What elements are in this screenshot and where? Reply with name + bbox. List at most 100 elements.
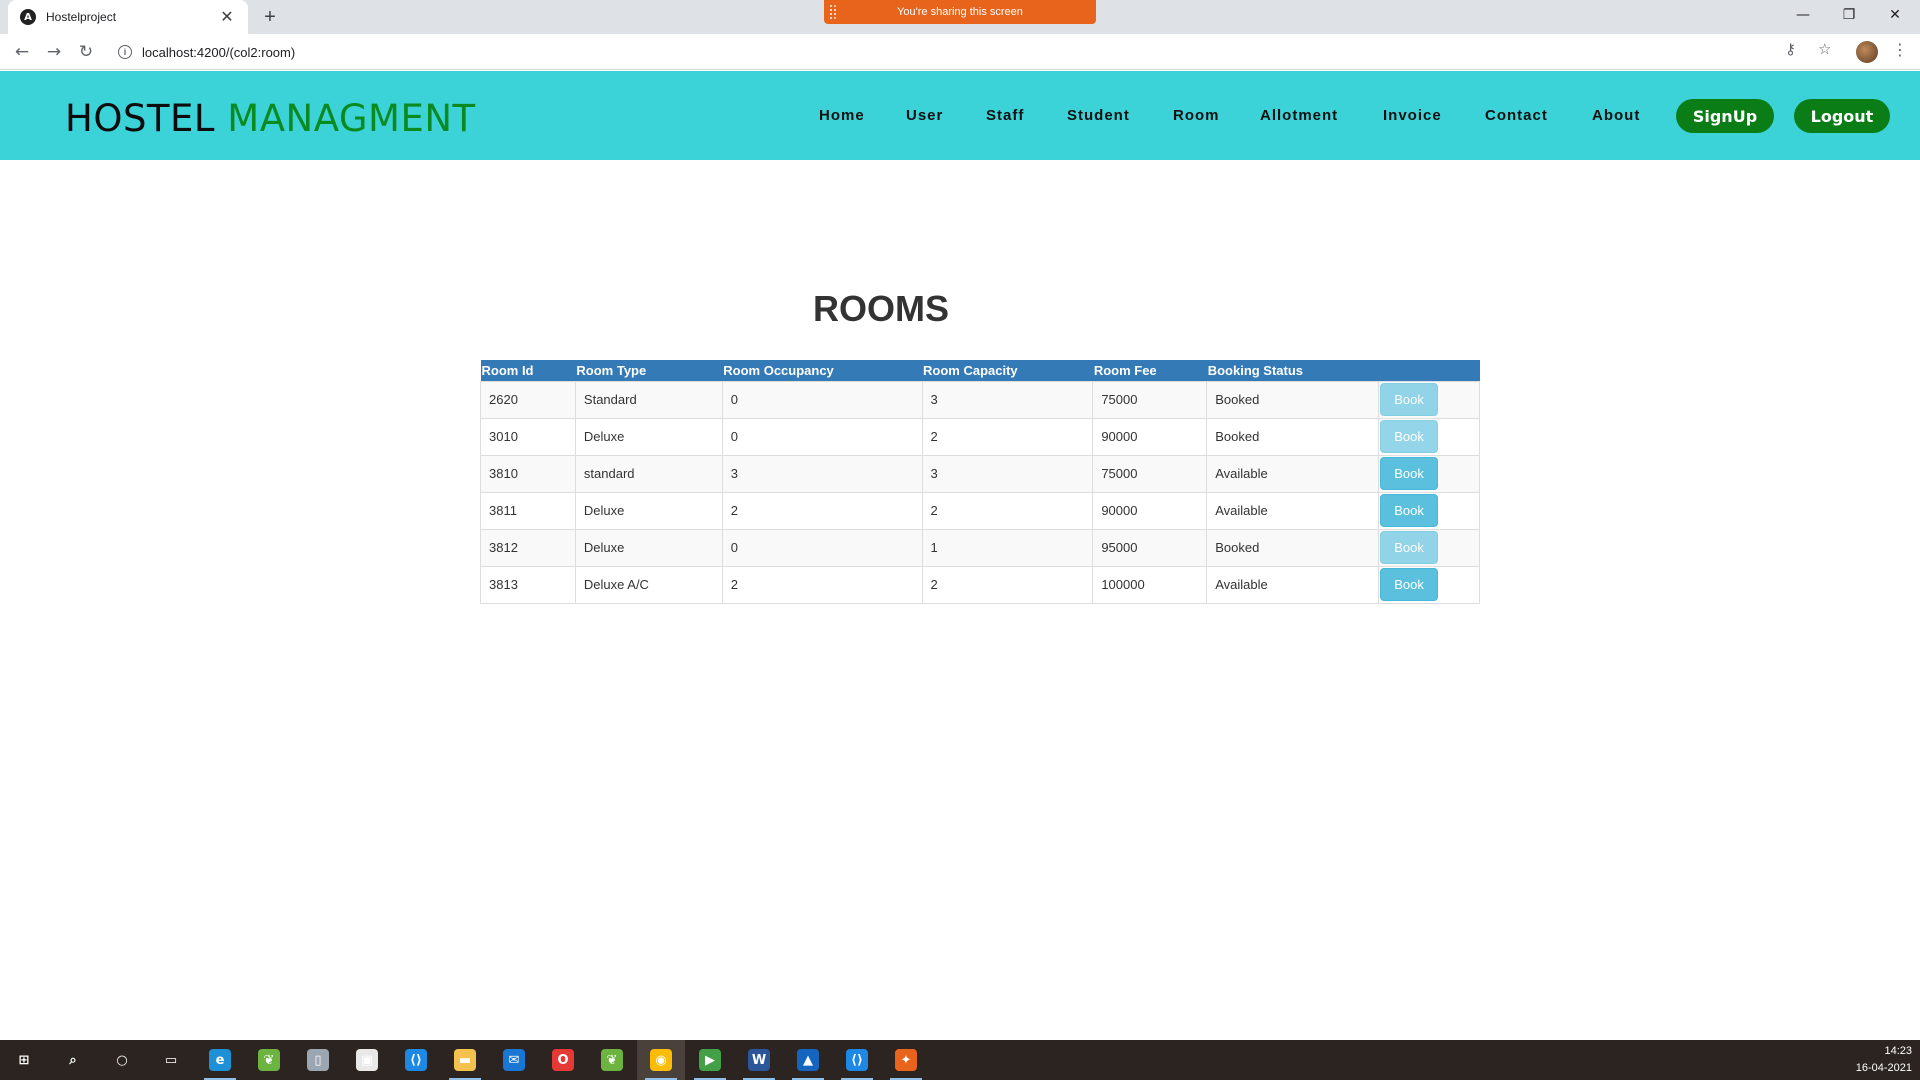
browser-menu-icon[interactable]: ⋮ (1892, 40, 1908, 59)
table-header-row: Room Id Room Type Room Occupancy Room Ca… (480, 360, 1480, 381)
nav-link-student[interactable]: Student (1067, 107, 1130, 124)
browser-tab[interactable]: A Hostelproject ✕ (8, 0, 248, 34)
book-button[interactable]: Book (1380, 420, 1439, 453)
cell-room-capacity: 2 (921, 491, 1094, 530)
database-taskbar-button[interactable]: ▯ (294, 1040, 342, 1080)
screen-sharing-banner[interactable]: You're sharing this screen (824, 0, 1096, 24)
nav-link-room[interactable]: Room (1173, 107, 1220, 124)
app-header: HOSTEL MANAGMENT Home User Staff Student… (0, 71, 1920, 160)
word-taskbar-button[interactable]: W (735, 1040, 783, 1080)
angular-favicon-icon: A (20, 9, 36, 25)
book-button[interactable]: Book (1380, 457, 1439, 490)
opera-taskbar-button[interactable]: O (539, 1040, 587, 1080)
search-taskbar-button[interactable]: ⌕ (49, 1040, 97, 1080)
spring-tool-2-icon: ❦ (601, 1049, 623, 1071)
vscode-2-taskbar-button[interactable]: ⟨⟩ (833, 1040, 881, 1080)
book-button[interactable]: Book (1380, 531, 1439, 564)
cell-room-fee: 100000 (1092, 565, 1208, 604)
windows-start-icon: ⊞ (13, 1049, 35, 1071)
drag-handle-icon[interactable] (830, 5, 836, 19)
cell-booking-status: Available (1206, 565, 1380, 604)
database-icon: ▯ (307, 1049, 329, 1071)
book-button[interactable]: Book (1380, 383, 1439, 416)
brand-word-hostel: HOSTEL (65, 97, 216, 140)
sharing-banner-text: You're sharing this screen (897, 6, 1023, 18)
close-window-button[interactable]: ✕ (1872, 0, 1918, 30)
forward-button[interactable]: → (42, 40, 66, 64)
profile-avatar[interactable] (1856, 41, 1878, 63)
chrome-taskbar-button[interactable]: ◉ (637, 1040, 685, 1080)
vscode-taskbar-button[interactable]: ⟨⟩ (392, 1040, 440, 1080)
bookmark-star-icon[interactable]: ☆ (1818, 40, 1831, 58)
mail-icon: ✉ (503, 1049, 525, 1071)
cell-room-type: Deluxe (574, 417, 723, 456)
media-player-taskbar-button[interactable]: ▶ (686, 1040, 734, 1080)
cell-room-occupancy: 0 (721, 380, 923, 419)
spring-tool-taskbar-button[interactable]: ❦ (245, 1040, 293, 1080)
cell-room-capacity: 3 (921, 380, 1094, 419)
windows-start-taskbar-button[interactable]: ⊞ (0, 1040, 48, 1080)
nav-link-user[interactable]: User (906, 107, 943, 124)
vscode-icon: ⟨⟩ (405, 1049, 427, 1071)
postman-icon: ✦ (895, 1049, 917, 1071)
back-button[interactable]: ← (10, 40, 34, 64)
minimize-window-button[interactable]: — (1780, 0, 1826, 30)
task-view-taskbar-button[interactable]: ▭ (147, 1040, 195, 1080)
signup-button[interactable]: SignUp (1676, 99, 1774, 133)
mail-taskbar-button[interactable]: ✉ (490, 1040, 538, 1080)
restore-window-button[interactable]: ❐ (1826, 0, 1872, 30)
rooms-table: Room Id Room Type Room Occupancy Room Ca… (480, 360, 1480, 604)
chrome-icon: ◉ (650, 1049, 672, 1071)
tab-close-icon[interactable]: ✕ (218, 7, 236, 27)
system-clock[interactable]: 14:23 16-04-2021 (1856, 1043, 1912, 1077)
column-header-booking-status: Booking Status (1206, 360, 1379, 381)
cell-room-id: 3811 (480, 491, 576, 530)
postman-taskbar-button[interactable]: ✦ (882, 1040, 930, 1080)
cell-room-id: 3810 (480, 454, 576, 493)
nav-link-invoice[interactable]: Invoice (1383, 107, 1442, 124)
clock-date: 16-04-2021 (1855, 1062, 1912, 1074)
cell-action: Book (1378, 380, 1480, 419)
column-header-room-type: Room Type (575, 360, 723, 381)
cell-room-type: Deluxe A/C (574, 565, 723, 604)
file-explorer-taskbar-button[interactable]: ▬ (441, 1040, 489, 1080)
cell-room-capacity: 2 (921, 565, 1094, 604)
cell-room-capacity: 1 (921, 528, 1094, 567)
spring-tool-2-taskbar-button[interactable]: ❦ (588, 1040, 636, 1080)
store-taskbar-button[interactable]: ▣ (343, 1040, 391, 1080)
nav-link-allotment[interactable]: Allotment (1260, 107, 1338, 124)
cell-booking-status: Booked (1206, 528, 1380, 567)
rooms-table-container: Room Id Room Type Room Occupancy Room Ca… (480, 360, 1480, 604)
cell-room-fee: 90000 (1092, 491, 1208, 530)
cell-room-type: Standard (574, 380, 723, 419)
url-text[interactable]: localhost:4200/(col2:room) (142, 45, 295, 60)
cortana-taskbar-button[interactable]: ○ (98, 1040, 146, 1080)
site-info-icon[interactable]: i (118, 45, 132, 59)
cell-room-occupancy: 0 (721, 528, 923, 567)
cell-room-capacity: 3 (921, 454, 1094, 493)
logout-button[interactable]: Logout (1794, 99, 1890, 133)
address-bar[interactable]: i localhost:4200/(col2:room) (108, 38, 1780, 66)
cell-action: Book (1378, 454, 1480, 493)
table-row: 2620 Standard 0 3 75000 Booked Book (480, 380, 1480, 419)
nav-link-home[interactable]: Home (819, 107, 865, 124)
book-button[interactable]: Book (1380, 568, 1439, 601)
nav-link-staff[interactable]: Staff (986, 107, 1024, 124)
nav-link-contact[interactable]: Contact (1485, 107, 1548, 124)
new-tab-button[interactable]: + (258, 5, 282, 29)
book-button[interactable]: Book (1380, 494, 1439, 527)
cell-room-id: 3010 (480, 417, 576, 456)
reload-button[interactable]: ↻ (74, 40, 98, 64)
cell-booking-status: Available (1206, 454, 1380, 493)
photos-taskbar-button[interactable]: ▲ (784, 1040, 832, 1080)
browser-toolbar: ← → ↻ i localhost:4200/(col2:room) ⚷ ☆ ⋮ (0, 34, 1920, 70)
brand-logo[interactable]: HOSTEL MANAGMENT (65, 97, 476, 140)
edge-taskbar-button[interactable]: e (196, 1040, 244, 1080)
nav-link-about[interactable]: About (1592, 107, 1640, 124)
password-key-icon[interactable]: ⚷ (1785, 40, 1796, 58)
cell-booking-status: Booked (1206, 417, 1380, 456)
cell-room-occupancy: 2 (721, 491, 923, 530)
cell-room-type: Deluxe (574, 491, 723, 530)
column-header-room-fee: Room Fee (1092, 360, 1207, 381)
store-icon: ▣ (356, 1049, 378, 1071)
